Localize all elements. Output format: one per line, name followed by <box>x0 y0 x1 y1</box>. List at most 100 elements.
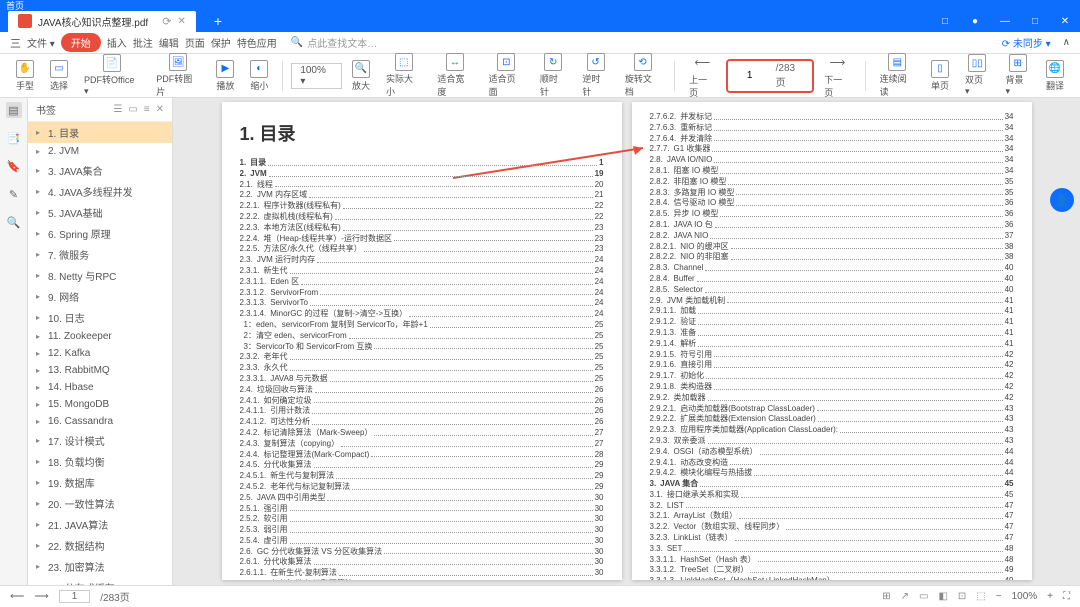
toc-entry[interactable]: 2.3.1.1.Eden 区24 <box>240 277 604 288</box>
toc-entry[interactable]: 2.9.1.5.符号引用42 <box>650 350 1014 361</box>
view-icon-4[interactable]: ◧ <box>938 591 947 602</box>
search-rail-icon[interactable]: 🔍 <box>6 214 22 230</box>
outline-icon[interactable]: ▤ <box>6 102 22 118</box>
toc-entry[interactable]: 2.5.1.强引用30 <box>240 504 604 515</box>
toc-entry[interactable]: 2.4.4.标记整理算法(Mark-Compact)28 <box>240 450 604 461</box>
bookmark-item[interactable]: ▸7. 微服务 <box>28 244 172 265</box>
toc-entry[interactable]: 2.9.4.OSGI（动态模型系统）44 <box>650 447 1014 458</box>
sync-status[interactable]: ⟳ 未同步 ▾ <box>1002 35 1051 50</box>
bookmark-item[interactable]: ▸23. 加密算法 <box>28 556 172 577</box>
win-btn-2[interactable]: ● <box>960 10 990 32</box>
tool-放大[interactable]: 🔍放大 <box>346 60 376 92</box>
annotate-icon[interactable]: ✎ <box>6 186 22 202</box>
view-icon-2[interactable]: ↗ <box>901 591 909 602</box>
menu-edit[interactable]: 编辑 <box>159 35 179 50</box>
toc-entry[interactable]: 2.4.垃圾回收与算法26 <box>240 385 604 396</box>
tool-PDF转Office ▾[interactable]: 📄PDF转Office ▾ <box>78 54 146 97</box>
bookmark-item[interactable]: ▸5. JAVA基础 <box>28 202 172 223</box>
tool-顺时针[interactable]: ↻顺时针 <box>534 53 572 98</box>
panel-icon-1[interactable]: ☰ <box>113 104 122 115</box>
start-tab[interactable]: 开始 <box>61 33 101 52</box>
toc-entry[interactable]: 2.9.2.3.应用程序类加载器(Application ClassLoader… <box>650 425 1014 436</box>
bookmark-item[interactable]: ▸19. 数据库 <box>28 472 172 493</box>
menu-annotate[interactable]: 批注 <box>133 35 153 50</box>
toc-entry[interactable]: 2.9.1.2.验证41 <box>650 317 1014 328</box>
bookmark-item[interactable]: ▸18. 负载均衡 <box>28 451 172 472</box>
toc-entry[interactable]: 2.7.7.G1 收集器34 <box>650 144 1014 155</box>
bookmark-item[interactable]: ▸13. RabbitMQ <box>28 362 172 379</box>
toc-entry[interactable]: 2.9.1.3.准备41 <box>650 328 1014 339</box>
bookmark-item[interactable]: ▸11. Zookeeper <box>28 328 172 345</box>
toc-entry[interactable]: 2.9.2.1.启动类加载器(Bootstrap ClassLoader)43 <box>650 404 1014 415</box>
tool-适合页面[interactable]: ⊡适合页面 <box>483 53 530 98</box>
tool-手型[interactable]: ✋手型 <box>10 60 40 92</box>
toc-entry[interactable]: 3.JAVA 集合45 <box>650 479 1014 490</box>
zoom-display[interactable]: 100% ▾ <box>291 63 342 89</box>
menu-insert[interactable]: 插入 <box>107 35 127 50</box>
panel-close-icon[interactable]: ✕ <box>156 104 164 115</box>
view-icon-5[interactable]: ⊡ <box>958 591 966 602</box>
toc-entry[interactable]: 2.7.6.2.并发标记34 <box>650 112 1014 123</box>
toc-entry[interactable]: 2.3.JVM 运行时内存24 <box>240 255 604 266</box>
panel-icon-3[interactable]: ≡ <box>144 104 150 115</box>
fullscreen-icon[interactable]: ⛶ <box>1063 591 1070 602</box>
bookmark-item[interactable]: ▸10. 日志 <box>28 307 172 328</box>
toc-entry[interactable]: 2.8.2.JAVA NIO37 <box>650 231 1014 242</box>
close-button[interactable]: ✕ <box>1050 10 1080 32</box>
bookmark-item[interactable]: ▸4. JAVA多线程并发 <box>28 181 172 202</box>
tool-背景 ▾[interactable]: ⊞背景 ▾ <box>999 54 1036 97</box>
user-badge[interactable]: 👤 <box>1050 188 1074 212</box>
toc-entry[interactable]: 2.6.GC 分代收集算法 VS 分区收集算法30 <box>240 547 604 558</box>
close-tab-icon[interactable]: ✕ <box>177 16 185 27</box>
toc-entry[interactable]: 2.4.5.2.老年代与标记复制算法29 <box>240 482 604 493</box>
hamburger-icon[interactable]: 三 <box>10 35 21 51</box>
toc-entry[interactable]: 2.8.3.多路复用 IO 模型35 <box>650 188 1014 199</box>
toc-entry[interactable]: 2.4.1.2.可达性分析26 <box>240 417 604 428</box>
toc-entry[interactable]: 2.3.3.永久代25 <box>240 363 604 374</box>
toc-entry[interactable]: 2.9.1.1.加载41 <box>650 306 1014 317</box>
bookmark-item[interactable]: ▸3. JAVA集合 <box>28 160 172 181</box>
next-page-group[interactable]: ⟶下一页 <box>818 52 856 99</box>
toc-entry[interactable]: 2.8.2.1.NIO 的缓冲区38 <box>650 242 1014 253</box>
toc-entry[interactable]: 2.1.线程20 <box>240 180 604 191</box>
bookmark-item[interactable]: ▸20. 一致性算法 <box>28 493 172 514</box>
toc-entry[interactable]: 3：ServicorTo 和 ServicorFrom 互换25 <box>240 342 604 353</box>
toc-entry[interactable]: 2.9.4.2.模块化编程与热插拔44 <box>650 468 1014 479</box>
toc-entry[interactable]: 2.3.1.新生代24 <box>240 266 604 277</box>
toc-entry[interactable]: 2.8.3.Channel40 <box>650 263 1014 274</box>
toc-entry[interactable]: 2.8.1.JAVA IO 包36 <box>650 220 1014 231</box>
toc-entry[interactable]: 2.5.JAVA 四中引用类型30 <box>240 493 604 504</box>
toc-entry[interactable]: 2.3.3.1.JAVA8 与元数据25 <box>240 374 604 385</box>
toc-entry[interactable]: 2.8.1.阻塞 IO 模型34 <box>650 166 1014 177</box>
menu-page[interactable]: 页面 <box>185 35 205 50</box>
tool-实际大小[interactable]: ⬚实际大小 <box>380 53 427 98</box>
tool-旋转文档[interactable]: ⟲旋转文档 <box>619 53 666 98</box>
toc-entry[interactable]: 2.8.JAVA IO/NIO34 <box>650 155 1014 166</box>
toc-entry[interactable]: 2.5.3.弱引用30 <box>240 525 604 536</box>
refresh-icon[interactable]: ⟳ <box>162 15 171 28</box>
toc-entry[interactable]: 2.4.1.如何确定垃圾26 <box>240 396 604 407</box>
prev-page-group[interactable]: ⟵上一页 <box>683 52 721 99</box>
toc-entry[interactable]: 3.3.1.1.HashSet（Hash 表）48 <box>650 555 1014 566</box>
bookmark-item[interactable]: ▸22. 数据结构 <box>28 535 172 556</box>
toc-entry[interactable]: 2.2.5.方法区/永久代（线程共享）23 <box>240 244 604 255</box>
toc-entry[interactable]: 2.4.1.1.引用计数法26 <box>240 406 604 417</box>
toc-entry[interactable]: 2.5.2.软引用30 <box>240 514 604 525</box>
bookmark-item[interactable]: ▸17. 设计模式 <box>28 430 172 451</box>
bookmark-item[interactable]: ▸15. MongoDB <box>28 396 172 413</box>
bookmark-icon[interactable]: 🔖 <box>6 158 22 174</box>
toc-entry[interactable]: 2.9.3.双亲委派43 <box>650 436 1014 447</box>
toc-entry[interactable]: 2.8.4.信号驱动 IO 模型36 <box>650 198 1014 209</box>
toc-entry[interactable]: 2.9.JVM 类加载机制41 <box>650 296 1014 307</box>
bookmark-item[interactable]: ▸21. JAVA算法 <box>28 514 172 535</box>
toc-entry[interactable]: 3.3.1.3.LinkHashSet（HashSet+LinkedHashMa… <box>650 576 1014 580</box>
thumbnails-icon[interactable]: 📑 <box>6 130 22 146</box>
toc-entry[interactable]: 2.8.2.2.NIO 的非阻塞38 <box>650 252 1014 263</box>
toc-entry[interactable]: 3.2.3.LinkList（链表）47 <box>650 533 1014 544</box>
toc-entry[interactable]: 2.9.1.7.初始化42 <box>650 371 1014 382</box>
bookmark-item[interactable]: ▸8. Netty 与RPC <box>28 265 172 286</box>
search-box[interactable]: 🔍点此查找文本… <box>291 35 377 50</box>
toc-entry[interactable]: 2.8.5.异步 IO 模型36 <box>650 209 1014 220</box>
view-icon-1[interactable]: ⊞ <box>882 591 890 602</box>
tool-PDF转图片[interactable]: 🖼PDF转图片 <box>150 53 206 98</box>
